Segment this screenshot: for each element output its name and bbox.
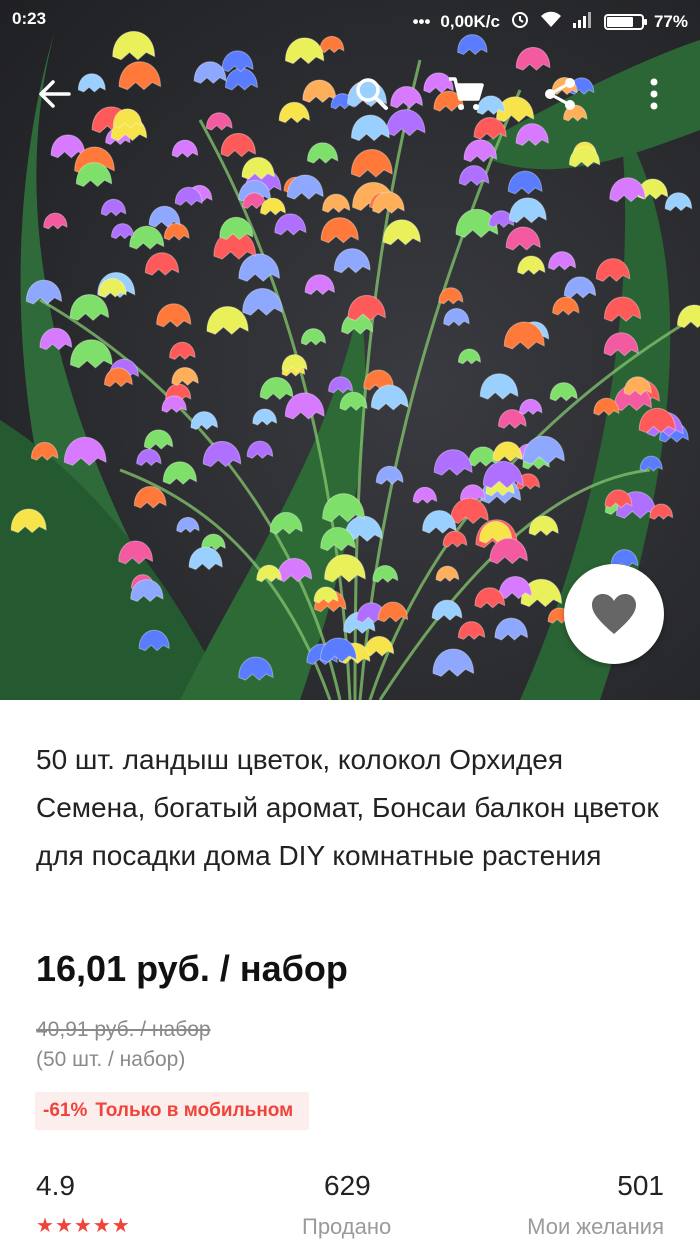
add-to-wishlist-button[interactable] <box>564 564 664 664</box>
search-button[interactable] <box>350 72 394 116</box>
share-button[interactable] <box>538 72 582 116</box>
star-icon: ★ <box>54 1215 73 1237</box>
product-title: 50 шт. ландыш цветок, колокол Орхидея Се… <box>36 744 659 871</box>
battery-percent: 77% <box>653 11 688 31</box>
current-price: 16,01 руб. / набор <box>36 948 348 989</box>
discount-text: Только в мобильном <box>95 1100 294 1121</box>
rating-value[interactable]: 4.9 <box>36 1170 75 1202</box>
discount-percent: -61% <box>43 1100 88 1121</box>
unit-note: (50 шт. / набор) <box>36 1048 186 1071</box>
battery-icon <box>603 13 647 30</box>
star-icon: ★ <box>111 1215 130 1237</box>
star-icon: ★ <box>36 1215 54 1237</box>
status-dots: ••• <box>412 11 431 31</box>
status-bar: 0:23 ••• 0,00K/c 77% <box>0 0 700 40</box>
alarm-icon <box>510 9 530 34</box>
more-icon <box>650 78 658 110</box>
stats-row: 4.9 ★ ★ ★ ★ ★ 629 Продано 501 Мои желания <box>0 1170 700 1244</box>
search-icon <box>356 78 388 110</box>
product-image[interactable]: 0:23 ••• 0,00K/c 77% <box>0 0 700 700</box>
more-button[interactable] <box>632 72 676 116</box>
heart-icon <box>592 594 636 634</box>
back-button[interactable] <box>33 72 77 116</box>
wifi-icon <box>540 10 562 33</box>
star-icon: ★ <box>92 1215 111 1237</box>
mobile-discount-badge: -61% Только в мобильном <box>35 1092 310 1130</box>
signal-icon <box>572 10 594 33</box>
share-icon <box>545 78 575 110</box>
wish-label: Мои желания <box>527 1214 664 1239</box>
back-arrow-icon <box>39 80 71 108</box>
cart-icon <box>449 77 484 110</box>
sold-label: Продано <box>302 1214 392 1239</box>
status-time: 0:23 <box>12 9 47 28</box>
wish-count: 501 <box>617 1170 664 1201</box>
network-speed: 0,00K/c <box>440 11 500 31</box>
original-price: 40,91 руб. / набор <box>36 1018 211 1041</box>
sold-count: 629 <box>324 1170 371 1201</box>
star-icon: ★ <box>73 1215 92 1237</box>
cart-button[interactable] <box>444 72 488 116</box>
rating-stars[interactable]: ★ ★ ★ ★ ★ <box>36 1216 130 1236</box>
